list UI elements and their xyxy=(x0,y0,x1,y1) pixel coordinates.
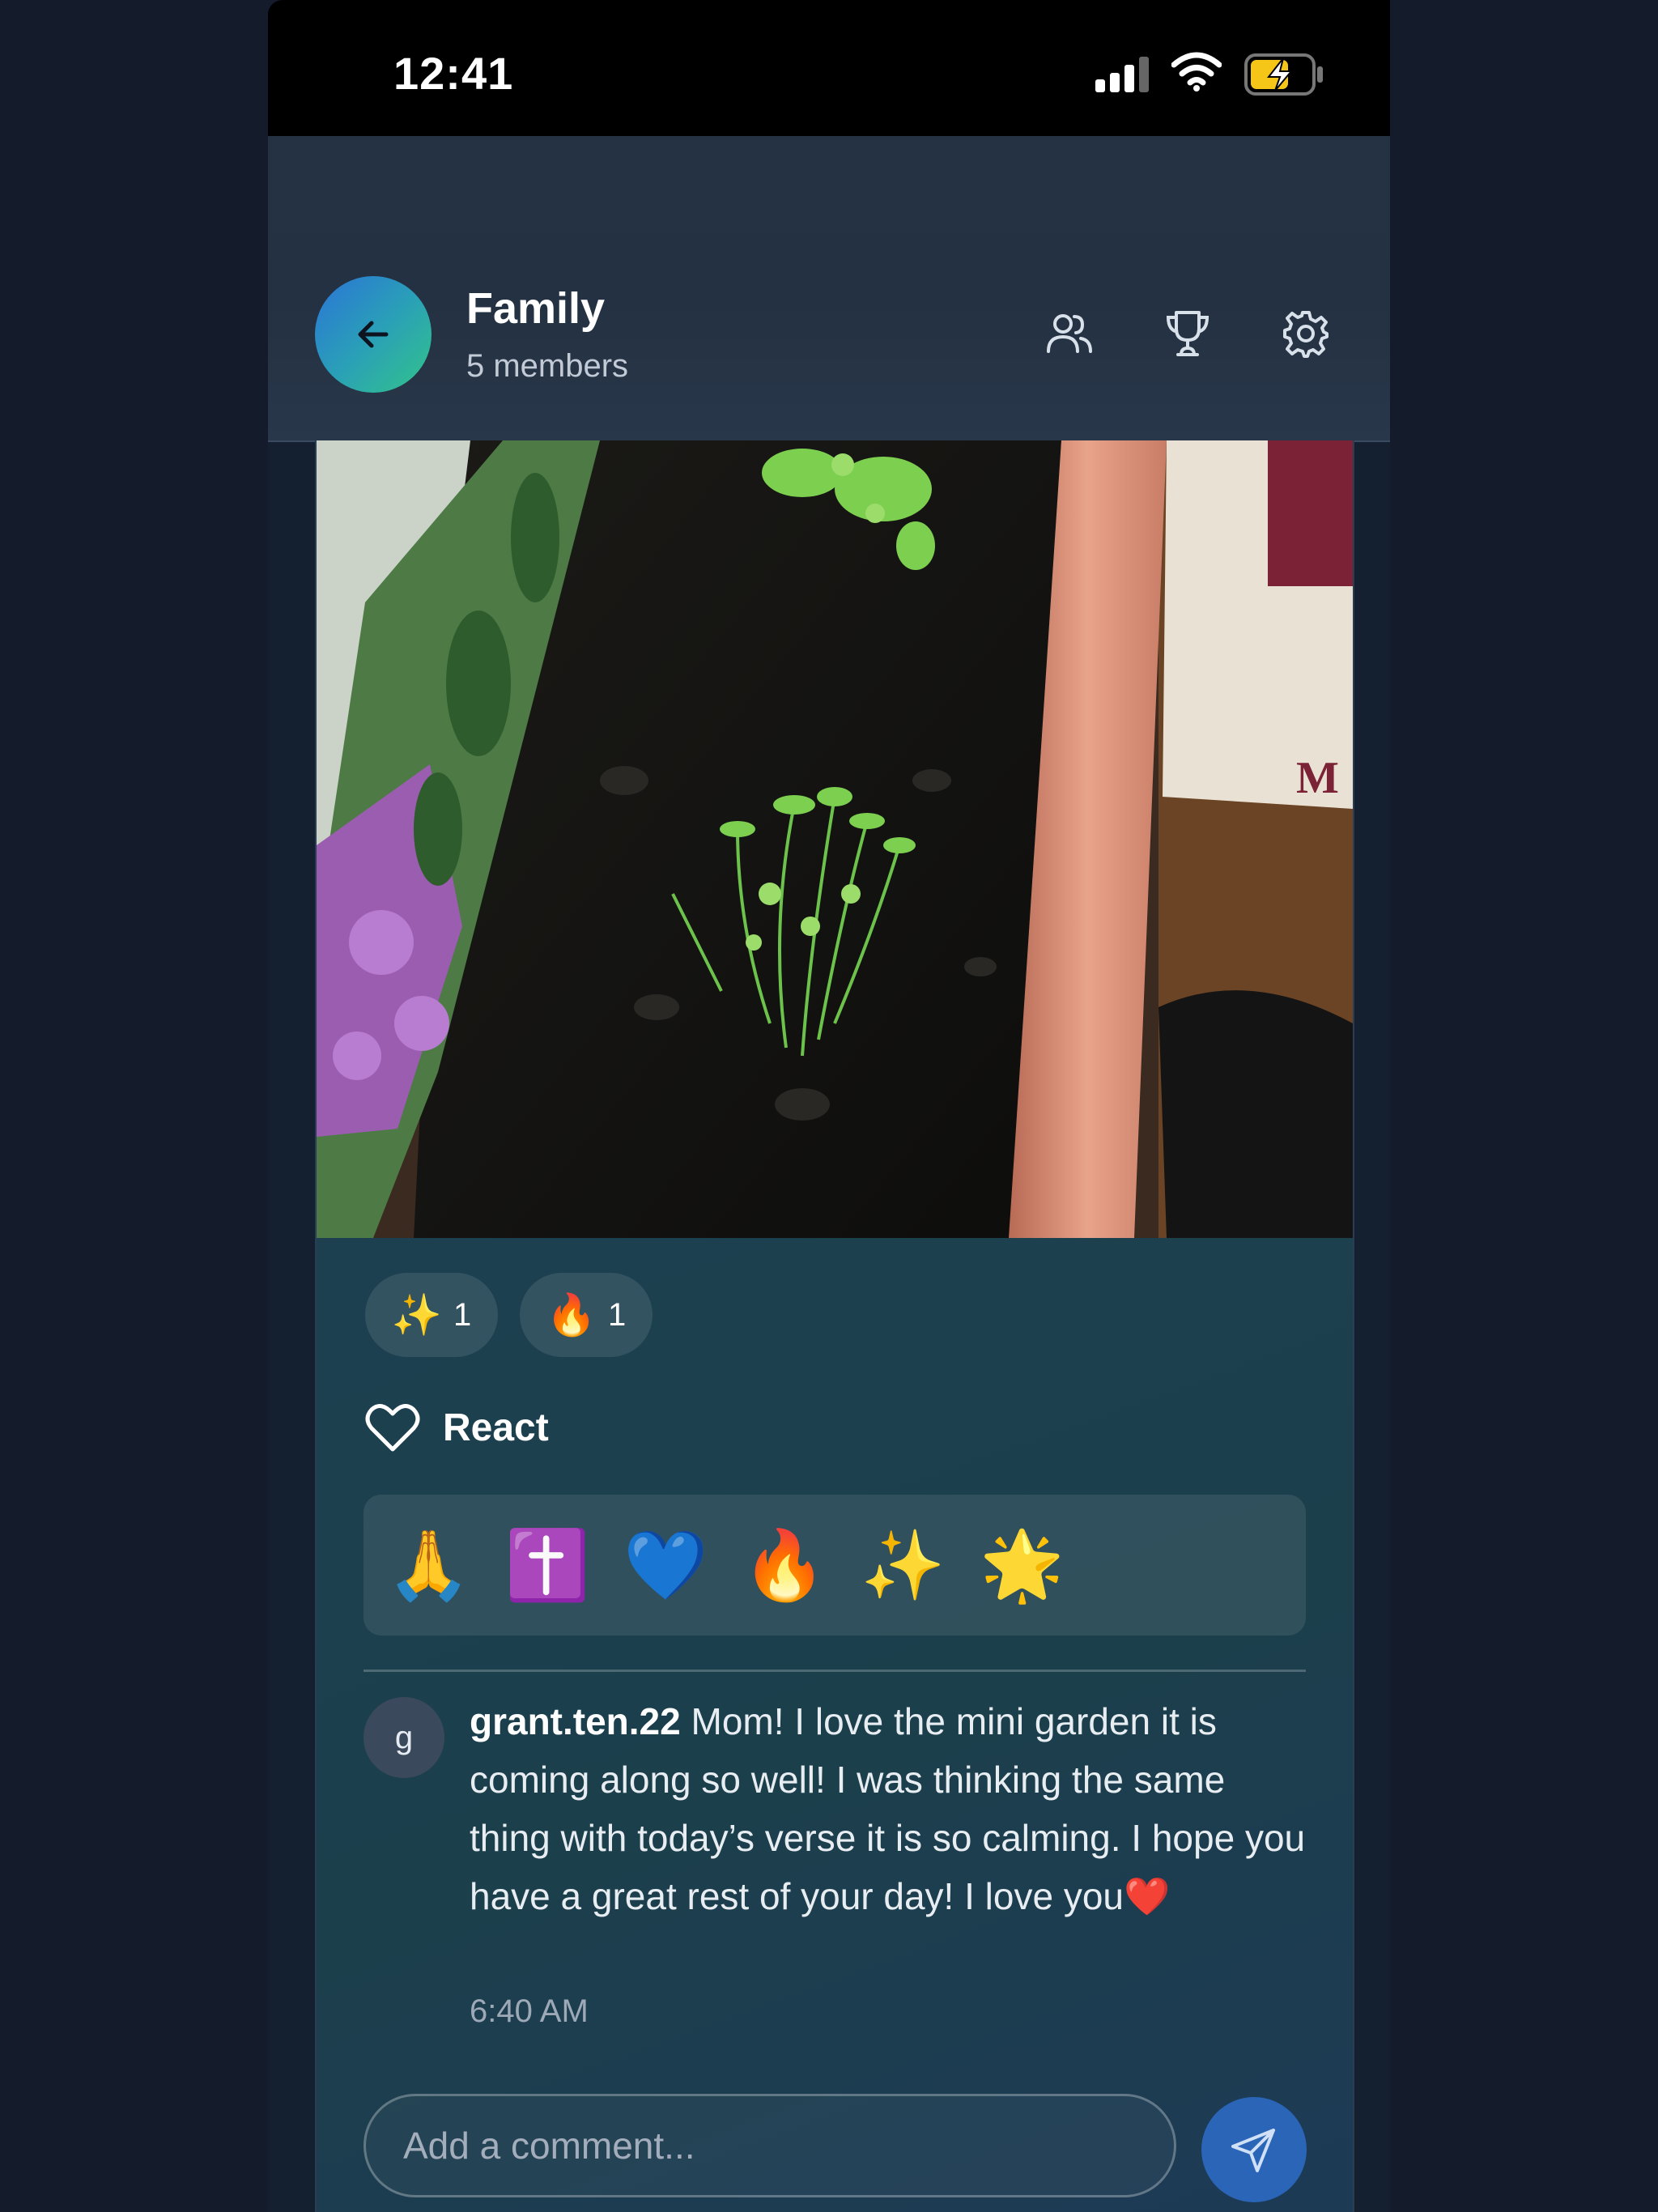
emoji-picker: 🙏 ✝️ 💙 🔥 ✨ 🌟 xyxy=(363,1495,1306,1636)
avatar[interactable]: g xyxy=(363,1697,444,1778)
post-card: M ✨ 1 🔥 1 React 🙏 ✝️ 💙 🔥 ✨ 🌟 g grant.ten… xyxy=(315,440,1354,2212)
reaction-chip-sparkles[interactable]: ✨ 1 xyxy=(365,1273,498,1357)
phone-screen: 12:41 Family 5 members M ✨ 1 🔥 1 React 🙏… xyxy=(268,0,1390,2212)
divider xyxy=(363,1670,1306,1672)
comment-body: grant.ten.22 Mom! I love the mini garden… xyxy=(470,1692,1312,1925)
cellular-signal-icon xyxy=(1095,57,1149,92)
emoji-option-sparkles[interactable]: ✨ xyxy=(861,1531,946,1599)
members-icon[interactable] xyxy=(1044,308,1095,359)
reaction-count: 1 xyxy=(453,1296,472,1333)
comment-username[interactable]: grant.ten.22 xyxy=(470,1700,681,1742)
chat-header: Family 5 members xyxy=(268,136,1390,442)
status-bar: 12:41 xyxy=(268,0,1390,136)
battery-charging-icon xyxy=(1244,53,1323,96)
reaction-chip-fire[interactable]: 🔥 1 xyxy=(520,1273,653,1357)
wifi-icon xyxy=(1171,52,1222,91)
comment-timestamp: 6:40 AM xyxy=(470,1993,589,2029)
status-time: 12:41 xyxy=(393,48,514,99)
trophy-icon[interactable] xyxy=(1162,308,1214,359)
svg-text:M: M xyxy=(1296,753,1339,803)
emoji-option-pray[interactable]: 🙏 xyxy=(386,1531,471,1599)
send-button[interactable] xyxy=(1201,2097,1307,2202)
post-photo[interactable]: M xyxy=(317,440,1353,1238)
gear-icon[interactable] xyxy=(1280,308,1332,359)
reaction-count: 1 xyxy=(608,1296,627,1333)
back-button[interactable] xyxy=(315,276,432,393)
arrow-left-icon xyxy=(358,321,389,348)
emoji-option-fire[interactable]: 🔥 xyxy=(742,1531,827,1599)
comment-input[interactable]: Add a comment... xyxy=(363,2094,1176,2197)
heart-icon xyxy=(365,1404,420,1452)
react-label: React xyxy=(443,1406,549,1449)
emoji-option-glowing-star[interactable]: 🌟 xyxy=(980,1531,1065,1599)
send-icon xyxy=(1231,2129,1275,2172)
fire-emoji: 🔥 xyxy=(546,1291,597,1338)
emoji-option-cross[interactable]: ✝️ xyxy=(505,1531,590,1599)
group-title: Family xyxy=(466,284,606,333)
react-button[interactable]: React xyxy=(365,1402,549,1453)
sparkles-emoji: ✨ xyxy=(391,1291,442,1338)
member-count: 5 members xyxy=(466,348,629,384)
emoji-option-blue-heart[interactable]: 💙 xyxy=(623,1531,708,1599)
